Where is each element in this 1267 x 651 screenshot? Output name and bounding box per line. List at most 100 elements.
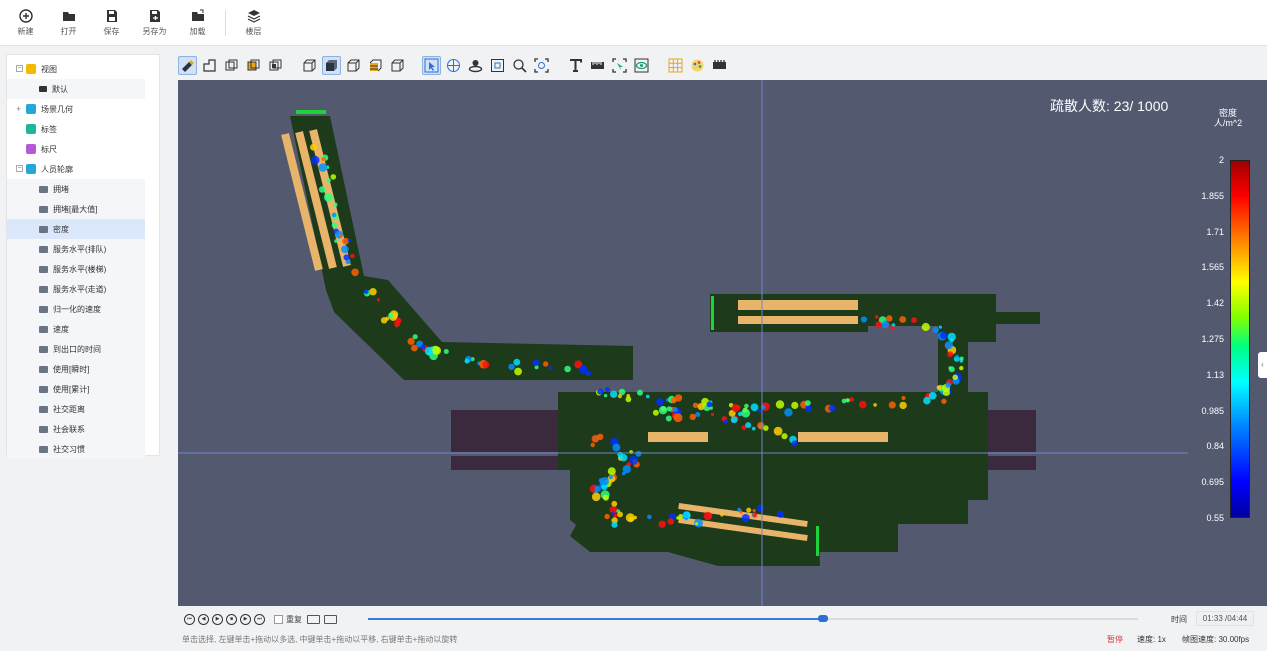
step-back-button[interactable]: ◀ [198, 613, 209, 625]
density-blob [579, 365, 588, 375]
expand-toggle[interactable]: + [16, 104, 21, 114]
ruler-tool-button[interactable] [588, 56, 607, 75]
box-filled-button[interactable] [244, 56, 263, 75]
density-blob [746, 507, 752, 513]
tree-node-default[interactable]: 默认 [7, 79, 145, 99]
tree-contour-item[interactable]: 社会联系 [7, 419, 145, 439]
density-blob [645, 394, 650, 399]
view-icon [26, 64, 36, 74]
replay-checkbox[interactable] [274, 614, 283, 624]
play-button[interactable]: ▶ [212, 613, 223, 625]
density-blob [621, 471, 626, 476]
select-tool-button[interactable] [422, 55, 441, 75]
floors-button[interactable]: 楼层 [232, 3, 275, 43]
tree-node-ruler[interactable]: 标尺 [7, 139, 159, 159]
new-button[interactable]: 新建 [4, 3, 47, 43]
record-video-icon[interactable] [307, 614, 320, 624]
load-label: 加载 [189, 26, 206, 36]
main-toolbar: 新建 打开 保存 另存为 加载 楼层 [0, 0, 1267, 46]
outline-view-button[interactable] [200, 56, 219, 75]
paint-tool-button[interactable] [178, 55, 197, 75]
fit-view-button[interactable] [488, 56, 507, 75]
tree-node-label: 视图 [41, 64, 57, 74]
tree-contour-item[interactable]: 使用[瞬时] [7, 359, 145, 379]
timeline-handle[interactable] [818, 615, 829, 622]
box-stack-button[interactable] [266, 56, 285, 75]
density-blob [710, 412, 715, 417]
skip-end-button[interactable]: ⏭ [254, 613, 265, 625]
tree-node-people-contours[interactable]: − 人员轮廓 [7, 159, 159, 179]
save-as-button[interactable]: 另存为 [133, 3, 176, 43]
orbit-tool-button[interactable] [466, 56, 485, 75]
skip-start-button[interactable]: ⏮ [184, 613, 195, 625]
grid-toggle-button[interactable] [666, 56, 685, 75]
tree-contour-item[interactable]: 服务水平(楼梯) [7, 259, 145, 279]
snapshot-icon[interactable] [324, 614, 337, 624]
density-blob [707, 514, 712, 519]
density-blob [658, 520, 666, 528]
tree-node-labels[interactable]: 标签 [7, 119, 159, 139]
density-blob [652, 409, 659, 416]
evacuated-count: 疏散人数: 23/ 1000 [1050, 98, 1169, 114]
tree-contour-item[interactable]: 服务水平(排队) [7, 239, 145, 259]
layers-icon [247, 9, 260, 23]
cube-solid-button[interactable] [322, 55, 341, 75]
frame-select-button[interactable] [610, 56, 629, 75]
density-blob [534, 365, 539, 370]
contour-map-icon [39, 205, 48, 213]
density-blob [591, 492, 601, 502]
tree-contour-item[interactable]: 密度 [7, 219, 145, 239]
density-map-scene[interactable] [178, 80, 1267, 606]
density-blob [513, 358, 521, 366]
density-blob [684, 517, 688, 521]
step-forward-button[interactable]: ▶ [240, 613, 251, 625]
eye-view-button[interactable] [632, 56, 651, 75]
palette-button[interactable] [688, 56, 707, 75]
tree-node-label: 标尺 [41, 144, 57, 154]
density-blob [860, 316, 868, 323]
tree-contour-item[interactable]: 使用[累计] [7, 379, 145, 399]
density-blob [959, 356, 964, 361]
density-blob [828, 404, 836, 412]
pan-tool-button[interactable] [444, 56, 463, 75]
tree-node-view[interactable]: − 视图 [7, 59, 159, 79]
density-blob [532, 359, 540, 366]
3d-viewport[interactable]: 疏散人数: 23/ 1000 密度 人/m^2 2 1.855 1.71 1.565 1… [178, 80, 1267, 606]
tree-contour-item[interactable]: 社交习惯 [7, 439, 145, 459]
fit-view-icon [491, 58, 504, 72]
cube-plain-button[interactable] [388, 56, 407, 75]
box-view-button[interactable] [222, 56, 241, 75]
density-blob [432, 346, 441, 355]
density-blob [590, 442, 595, 448]
tree-node-geometry[interactable]: + 场景几何 [7, 99, 159, 119]
cube-outline-button[interactable] [344, 56, 363, 75]
collapse-toggle[interactable]: − [16, 165, 23, 172]
pause-status[interactable]: 暂停 [1107, 634, 1123, 645]
legend-tick-label: 1.565 [1201, 262, 1224, 273]
collapse-panel-tab[interactable]: ‹ [1258, 352, 1267, 378]
stop-button[interactable]: ■ [226, 613, 237, 625]
save-button[interactable]: 保存 [90, 3, 133, 43]
tree-contour-item[interactable]: 归一化的速度 [7, 299, 145, 319]
open-button[interactable]: 打开 [47, 3, 90, 43]
tree-contour-item[interactable]: 拥堵[最大值] [7, 199, 145, 219]
tree-contour-item[interactable]: 到出口的时间 [7, 339, 145, 359]
tree-contour-item[interactable]: 服务水平(走道) [7, 279, 145, 299]
open-label: 打开 [60, 26, 77, 36]
tree-contour-item[interactable]: 社交距离 [7, 399, 145, 419]
tree-contour-item[interactable]: 拥堵 [7, 179, 145, 199]
legend-tick-label: 1.855 [1201, 190, 1224, 201]
scene-tree-panel: − 视图 默认 + 场景几何 标签 标尺 − 人员轮廓 拥堵 拥堵[最大值] 密度服… [6, 54, 160, 459]
zoom-tool-button[interactable] [510, 56, 529, 75]
collapse-toggle[interactable]: − [16, 65, 23, 72]
cube-wire-button[interactable] [300, 56, 319, 75]
contour-map-icon [39, 325, 48, 333]
timeline-slider[interactable] [368, 615, 1138, 622]
tree-contour-item[interactable]: 速度 [7, 319, 145, 339]
cube-stripe-button[interactable] [366, 56, 385, 75]
zoom-extent-button[interactable] [532, 56, 551, 75]
text-tool-button[interactable] [566, 56, 585, 75]
density-blob [564, 365, 571, 373]
load-button[interactable]: 加载 [176, 3, 219, 43]
film-button[interactable] [710, 56, 729, 75]
